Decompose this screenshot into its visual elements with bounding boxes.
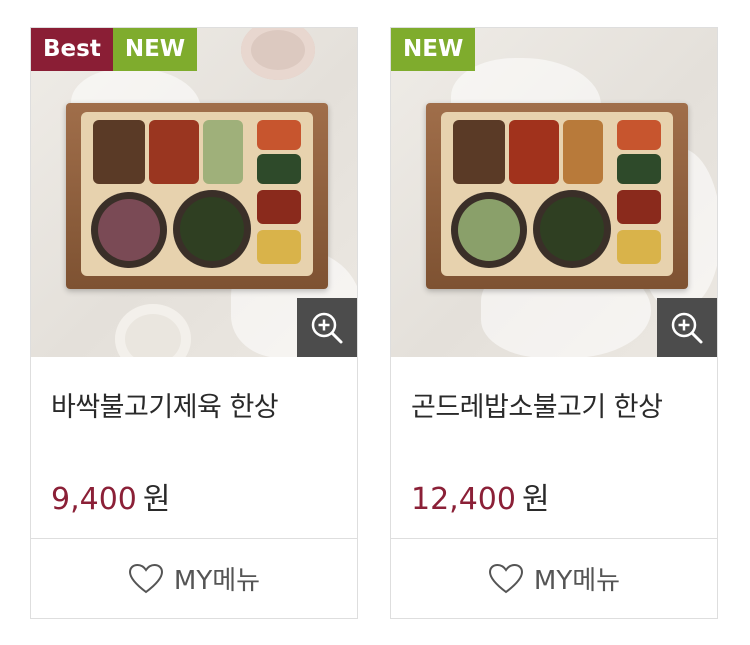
my-menu-label: MY메뉴 bbox=[173, 566, 261, 596]
new-badge: NEW bbox=[112, 28, 198, 71]
heart-icon bbox=[488, 563, 523, 593]
badge-group: Best NEW bbox=[31, 28, 198, 71]
zoom-button[interactable] bbox=[657, 298, 717, 357]
product-card[interactable]: NEW 곤드레밥소불고기 한상 12,400 원 MY메뉴 bbox=[390, 27, 718, 619]
product-name[interactable]: 바싹불고기제육 한상 bbox=[51, 385, 279, 424]
my-menu-button[interactable]: MY메뉴 bbox=[31, 539, 357, 618]
heart-icon bbox=[128, 563, 163, 593]
product-name[interactable]: 곤드레밥소불고기 한상 bbox=[411, 385, 663, 424]
price-currency: 원 bbox=[142, 482, 171, 517]
zoom-in-icon bbox=[671, 312, 703, 343]
product-image[interactable]: NEW bbox=[391, 28, 717, 357]
product-price: 9,400 원 bbox=[51, 474, 171, 518]
badge-group: NEW bbox=[391, 28, 476, 71]
best-badge: Best bbox=[31, 28, 113, 71]
my-menu-button[interactable]: MY메뉴 bbox=[391, 539, 717, 618]
product-price: 12,400 원 bbox=[411, 474, 550, 518]
price-currency: 원 bbox=[521, 482, 550, 517]
my-menu-label: MY메뉴 bbox=[533, 566, 621, 596]
zoom-button[interactable] bbox=[297, 298, 357, 357]
price-value: 9,400 bbox=[51, 482, 137, 517]
new-badge: NEW bbox=[391, 28, 476, 71]
product-image[interactable]: Best NEW bbox=[31, 28, 357, 357]
product-card[interactable]: Best NEW 바싹불고기제육 한상 9,400 원 MY메뉴 bbox=[30, 27, 358, 619]
price-value: 12,400 bbox=[411, 482, 516, 517]
zoom-in-icon bbox=[311, 312, 343, 343]
